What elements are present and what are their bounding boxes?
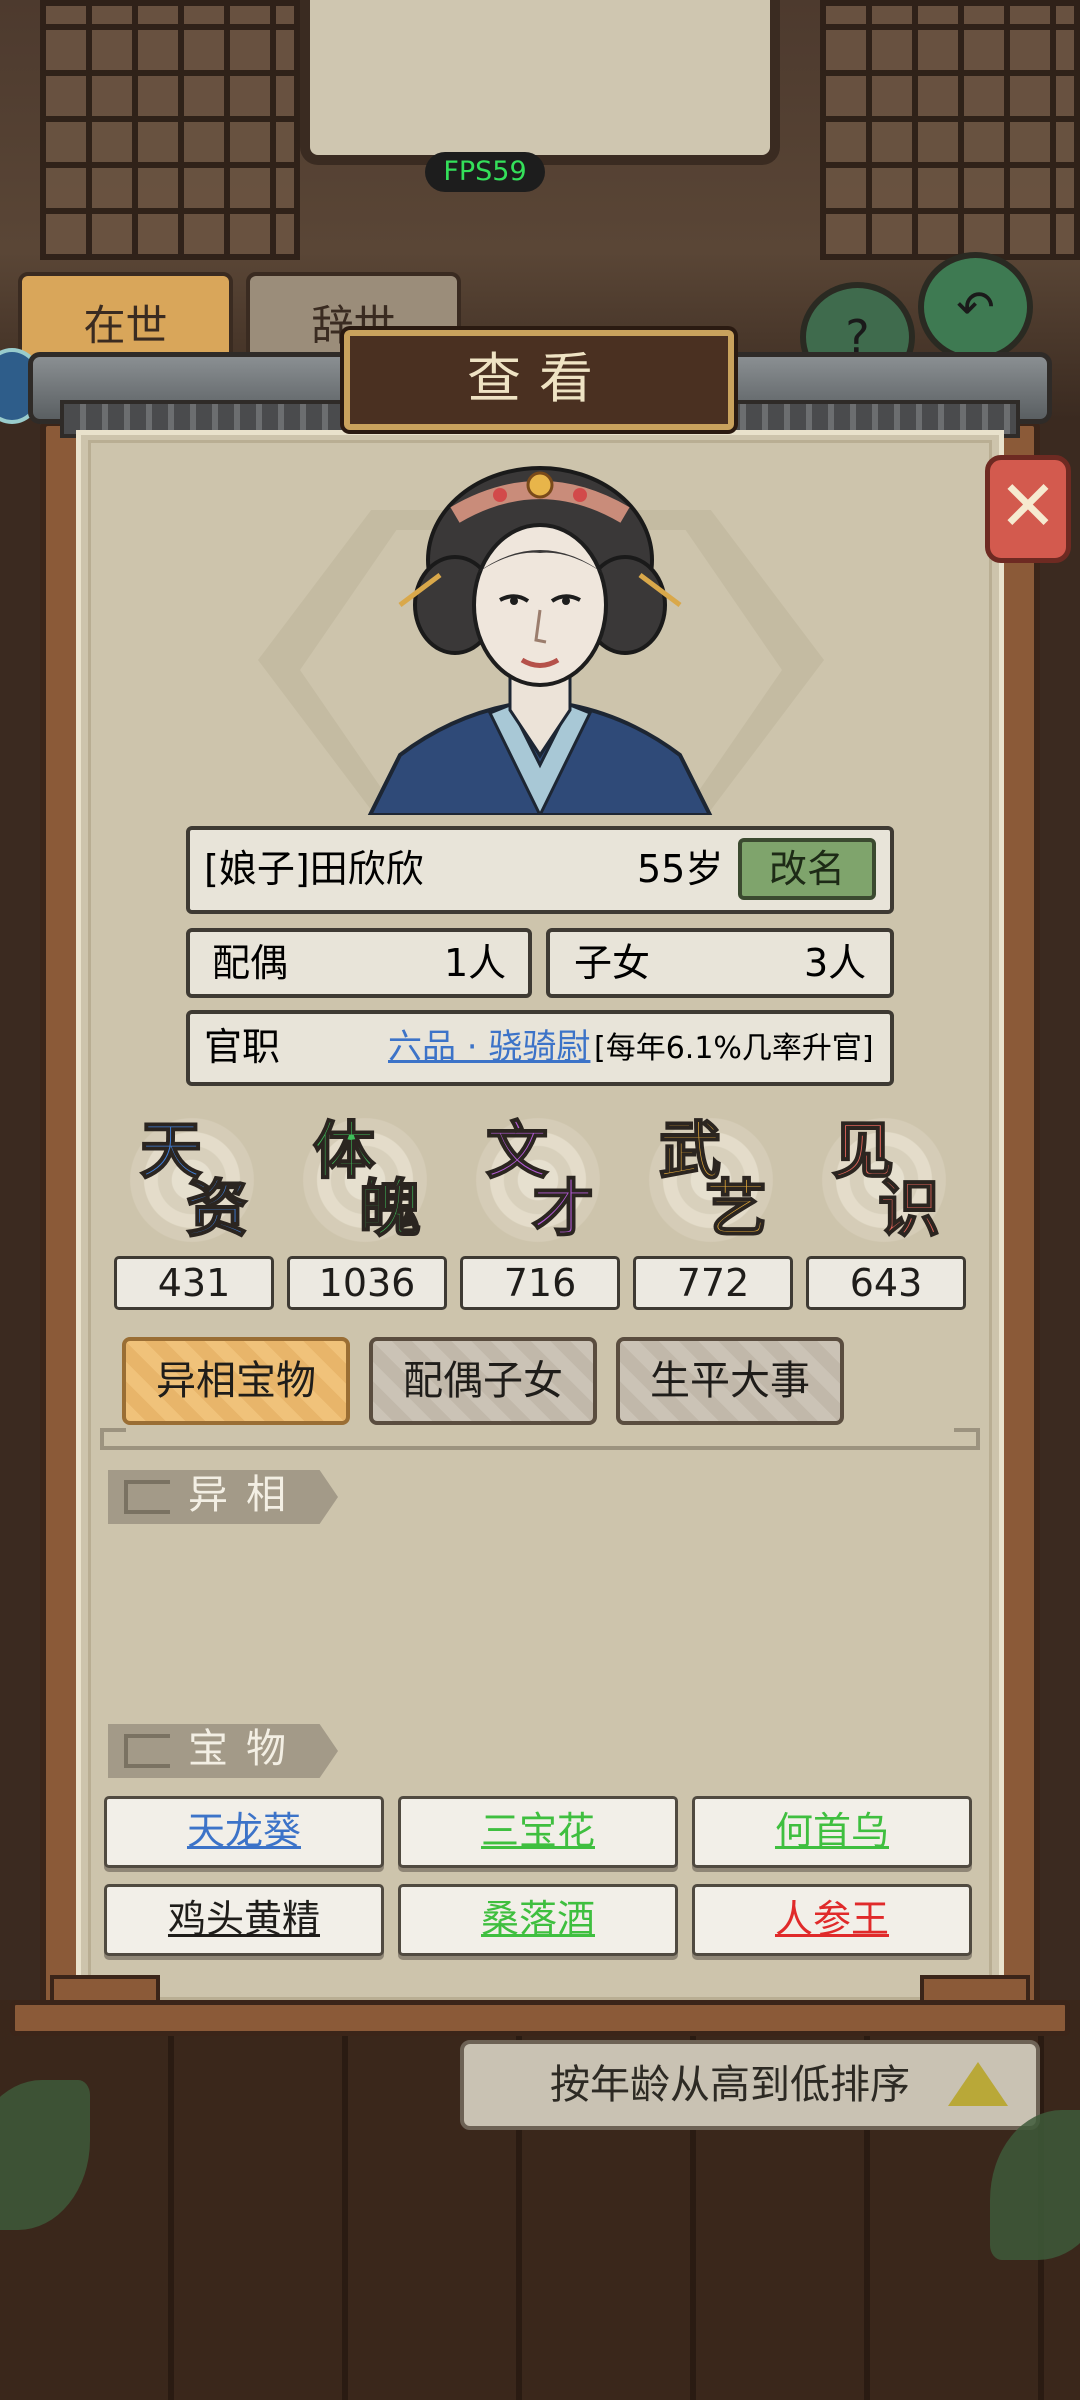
treasures-header-icon <box>124 1734 170 1768</box>
window-lattice-right <box>820 0 1080 260</box>
children-count: 3人 <box>804 941 867 985</box>
traits-header-icon <box>124 1480 170 1514</box>
tab-spouse-children[interactable]: 配偶子女 <box>369 1337 597 1425</box>
close-icon: ✕ <box>998 465 1058 547</box>
treasure-item[interactable]: 人参王 <box>692 1884 972 1956</box>
spouse-count: 1人 <box>444 941 507 985</box>
attr-talent-char-2: 资 <box>185 1172 249 1245</box>
tab-traits-treasures[interactable]: 异相宝物 <box>122 1337 350 1425</box>
attr-martial-char-2: 艺 <box>704 1172 768 1245</box>
return-button[interactable]: ↶ <box>918 252 1033 362</box>
divider-corner-left <box>100 1428 126 1446</box>
close-button[interactable]: ✕ <box>985 455 1071 563</box>
divider-corner-right <box>954 1428 980 1446</box>
section-divider <box>100 1446 980 1450</box>
attr-insight-char-2: 识 <box>877 1172 941 1245</box>
treasure-item[interactable]: 天龙葵 <box>104 1796 384 1868</box>
character-name: [娘子]田欣欣 <box>204 847 424 891</box>
return-arrow-icon: ↶ <box>956 280 995 334</box>
spouse-label: 配偶 <box>212 941 289 985</box>
fps-counter: FPS59 <box>425 152 545 192</box>
sort-triangle-icon <box>948 2062 1008 2106</box>
bottom-rail <box>10 2000 1070 2036</box>
attr-talent-value: 431 <box>114 1256 274 1310</box>
treasure-item[interactable]: 三宝花 <box>398 1796 678 1868</box>
character-age: 55岁 <box>637 847 724 891</box>
attr-physique-value: 1036 <box>287 1256 447 1310</box>
treasures-title: 宝物 <box>188 1726 304 1772</box>
dialog-title: 查看 <box>344 330 734 430</box>
treasure-item[interactable]: 何首乌 <box>692 1796 972 1868</box>
wall-painting <box>300 0 780 165</box>
rename-button[interactable]: 改名 <box>738 838 876 900</box>
traits-title: 异相 <box>188 1472 304 1518</box>
office-label: 官职 <box>204 1025 281 1069</box>
children-label: 子女 <box>574 941 651 985</box>
window-lattice-left <box>40 0 300 260</box>
attr-insight-value: 643 <box>806 1256 966 1310</box>
treasure-item[interactable]: 鸡头黄精 <box>104 1884 384 1956</box>
attr-martial-value: 772 <box>633 1256 793 1310</box>
attr-literary-value: 716 <box>460 1256 620 1310</box>
attr-literary-char-2: 才 <box>531 1172 595 1245</box>
office-rank-link[interactable]: 六品 · 骁骑尉 <box>388 1024 590 1070</box>
sort-button[interactable]: 按年龄从高到低排序 <box>460 2040 1040 2130</box>
sort-label: 按年龄从高到低排序 <box>550 2062 910 2108</box>
tab-life-events[interactable]: 生平大事 <box>616 1337 844 1425</box>
treasure-item[interactable]: 桑落酒 <box>398 1884 678 1956</box>
office-promotion-rate: [每年6.1%几率升官] <box>594 1031 874 1066</box>
character-portrait <box>367 466 713 815</box>
attr-physique-char-2: 魄 <box>358 1172 422 1245</box>
